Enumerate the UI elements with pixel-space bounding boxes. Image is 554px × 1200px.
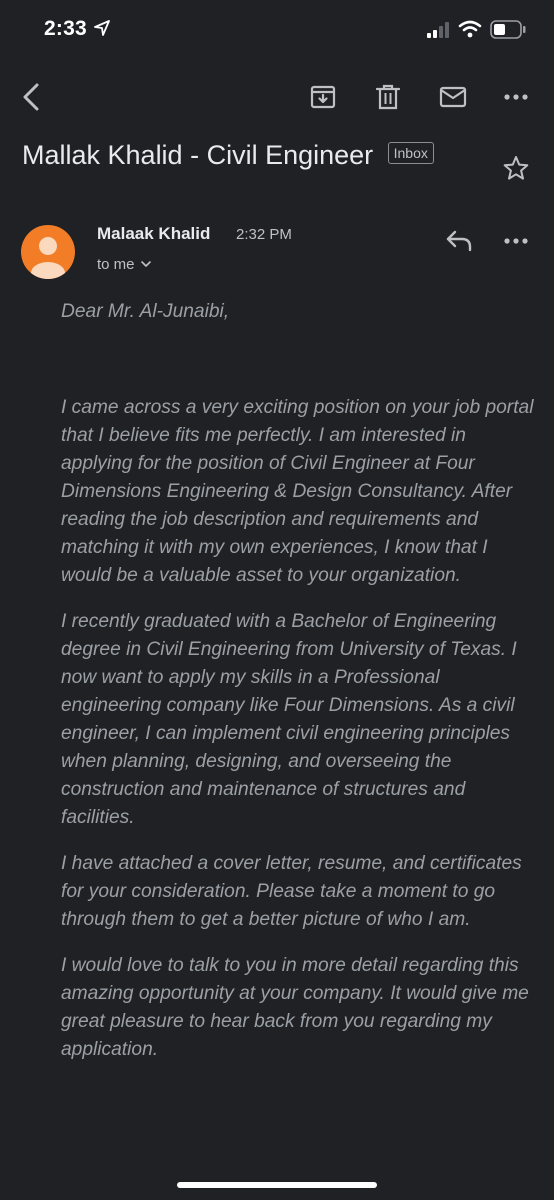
recipient-label: to me [97, 256, 135, 273]
email-paragraph: I came across a very exciting position o… [61, 397, 534, 586]
person-icon [31, 237, 65, 279]
delete-button[interactable] [371, 80, 405, 114]
battery-icon [490, 20, 526, 39]
mail-icon [439, 86, 467, 108]
email-greeting: Dear Mr. Al-Junaibi, [61, 301, 230, 322]
email-paragraph: I recently graduated with a Bachelor of … [61, 611, 517, 828]
status-bar: 2:33 [0, 0, 554, 62]
email-paragraph: I have attached a cover letter, resume, … [61, 853, 522, 930]
star-button[interactable] [500, 152, 532, 184]
star-icon [503, 156, 529, 180]
status-time: 2:33 [44, 17, 87, 40]
trash-icon [376, 84, 400, 110]
recipient-details-toggle[interactable]: to me [97, 256, 151, 273]
back-icon [23, 83, 39, 111]
email-subject: Mallak Khalid - Civil Engineer [22, 140, 374, 170]
more-options-button[interactable] [500, 80, 532, 114]
subject-row: Mallak Khalid - Civil Engineer Inbox [22, 140, 502, 171]
email-body: Dear Mr. Al-Junaibi, I came across a ver… [61, 298, 536, 1082]
sent-time: 2:32 PM [236, 226, 292, 243]
wifi-icon [458, 20, 482, 38]
location-arrow-icon [94, 20, 110, 36]
cellular-signal-icon [427, 22, 449, 38]
mark-unread-button[interactable] [435, 80, 471, 114]
archive-button[interactable] [306, 80, 340, 114]
home-indicator[interactable] [177, 1182, 377, 1188]
more-icon [504, 238, 528, 244]
reply-button[interactable] [442, 226, 476, 256]
more-icon [504, 94, 528, 100]
chevron-down-icon [140, 261, 151, 267]
email-paragraph: I would love to talk to you in more deta… [61, 955, 529, 1060]
avatar[interactable] [21, 225, 75, 279]
back-button[interactable] [14, 80, 48, 114]
inbox-label-badge[interactable]: Inbox [387, 141, 434, 164]
sender-name[interactable]: Malaak Khalid [97, 224, 210, 244]
archive-icon [310, 85, 336, 109]
message-more-button[interactable] [500, 226, 532, 256]
reply-icon [446, 230, 472, 252]
